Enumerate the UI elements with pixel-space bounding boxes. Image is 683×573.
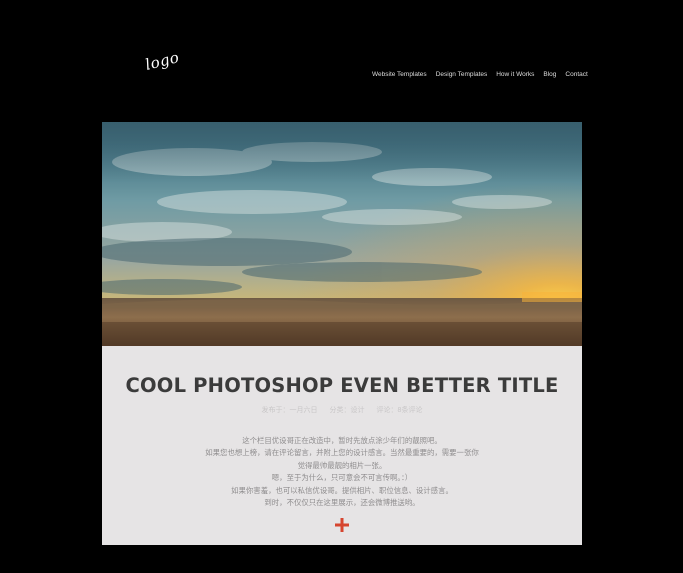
post-body-line: 如果您也想上榜，请在评论留言，并附上您的设计感言。当然最重要的，需要一张你 [205,448,479,458]
post-body-line: 觉得最帅最靓的相片一张。 [297,460,387,470]
post-category[interactable]: 分类：设计 [330,405,365,415]
post-body: 这个栏目优设哥正在改造中，暂时先放点涂少年们的靓照吧。 如果您也想上榜，请在评论… [102,435,582,509]
post-body-line: 这个栏目优设哥正在改造中，暂时先放点涂少年们的靓照吧。 [242,436,442,445]
hero-image [102,122,582,346]
nav-website-templates[interactable]: Website Templates [372,71,427,78]
nav-contact[interactable]: Contact [565,71,587,78]
post-title: COOL PHOTOSHOP EVEN BETTER TITLE [125,374,559,397]
logo[interactable]: logo [143,48,181,74]
sunset-field-image [102,122,582,346]
plus-icon[interactable] [335,518,349,532]
post-body-line: 到时，不仅仅只在这里展示，还会微博推送哟。 [264,498,420,508]
post-meta: 发布于：一月六日 分类：设计 评论：8条评论 [102,405,582,415]
post-body-line: 如果你害羞，也可以私信优设哥。提供相片、职位信息、设计感言。 [231,485,453,495]
post-card: COOL PHOTOSHOP EVEN BETTER TITLE 发布于：一月六… [102,346,582,545]
post-comments[interactable]: 评论：8条评论 [377,405,423,415]
main-nav: Website Templates Design Templates How i… [372,71,597,78]
post-date: 发布于：一月六日 [261,407,318,414]
nav-how-it-works[interactable]: How it Works [496,71,534,78]
nav-blog[interactable]: Blog [543,71,556,78]
post-body-line: 嗯，至于为什么，只可意会不可言传啊。：） [271,473,413,483]
nav-design-templates[interactable]: Design Templates [436,71,488,78]
